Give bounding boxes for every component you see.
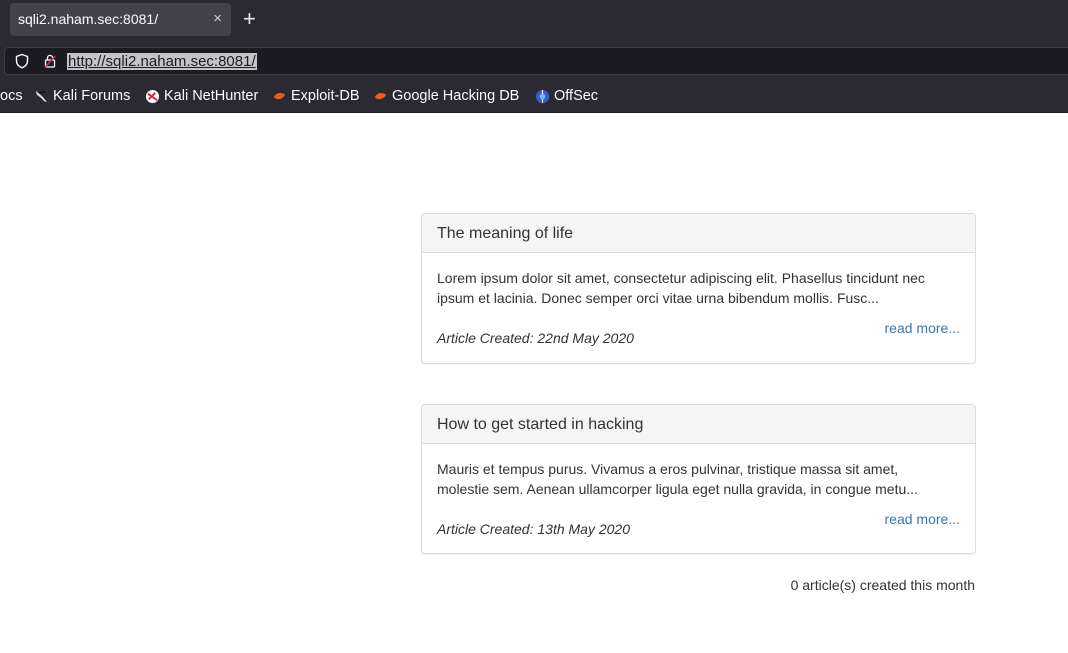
- bookmark-offsec[interactable]: OffSec: [535, 88, 598, 104]
- article-body: Lorem ipsum dolor sit amet, consectetur …: [422, 253, 975, 346]
- article-panel: The meaning of life Lorem ipsum dolor si…: [421, 213, 976, 364]
- tab-bar: sqli2.naham.sec:8081/ × +: [0, 0, 1068, 41]
- tab-active[interactable]: sqli2.naham.sec:8081/ ×: [10, 3, 231, 36]
- tracking-protection-shield-icon[interactable]: [14, 53, 30, 69]
- article-created-date: Article Created: 13th May 2020: [437, 521, 630, 537]
- read-more-link[interactable]: read more...: [885, 509, 960, 529]
- bookmark-google-hacking-db[interactable]: Google Hacking DB: [373, 88, 519, 104]
- bookmark-label: Exploit-DB: [291, 88, 360, 104]
- exploit-db-icon: [273, 92, 286, 99]
- tab-title: sqli2.naham.sec:8081/: [18, 11, 159, 27]
- navigation-bar: http://sqli2.naham.sec:8081/: [0, 41, 1068, 78]
- offsec-icon: [535, 89, 550, 103]
- bookmark-label: Kali NetHunter: [164, 88, 259, 104]
- ghdb-icon: [374, 92, 387, 99]
- bookmark-label: OffSec: [554, 88, 599, 104]
- bookmark-exploit-db[interactable]: Exploit-DB: [272, 88, 360, 104]
- new-tab-button[interactable]: +: [243, 8, 256, 30]
- bookmark-label: ocs: [0, 88, 23, 104]
- article-panel: How to get started in hacking Mauris et …: [421, 404, 976, 554]
- insecure-lock-icon[interactable]: [42, 53, 58, 69]
- close-tab-icon[interactable]: ×: [213, 11, 222, 27]
- article-title: The meaning of life: [422, 214, 975, 253]
- monthly-article-count: 0 article(s) created this month: [790, 577, 975, 593]
- bookmark-docs[interactable]: ocs: [0, 88, 23, 104]
- url-bar[interactable]: http://sqli2.naham.sec:8081/: [4, 47, 1068, 75]
- bookmarks-toolbar: ocs Kali Forums Kali NetHunter Exploit-D…: [0, 78, 1068, 113]
- article-created-date: Article Created: 22nd May 2020: [437, 330, 634, 346]
- nethunter-icon: [145, 89, 160, 103]
- read-more-link[interactable]: read more...: [885, 318, 960, 338]
- article-body: Mauris et tempus purus. Vivamus a eros p…: [422, 444, 975, 537]
- url-input[interactable]: http://sqli2.naham.sec:8081/: [67, 53, 257, 70]
- kali-dragon-icon: [35, 90, 48, 102]
- bookmark-label: Google Hacking DB: [392, 88, 520, 104]
- bookmark-label: Kali Forums: [53, 88, 131, 104]
- bookmark-kali-forums[interactable]: Kali Forums: [34, 88, 130, 104]
- article-excerpt: Lorem ipsum dolor sit amet, consectetur …: [437, 270, 925, 306]
- article-title: How to get started in hacking: [422, 405, 975, 444]
- article-excerpt: Mauris et tempus purus. Vivamus a eros p…: [437, 461, 918, 497]
- bookmark-kali-nethunter[interactable]: Kali NetHunter: [145, 88, 258, 104]
